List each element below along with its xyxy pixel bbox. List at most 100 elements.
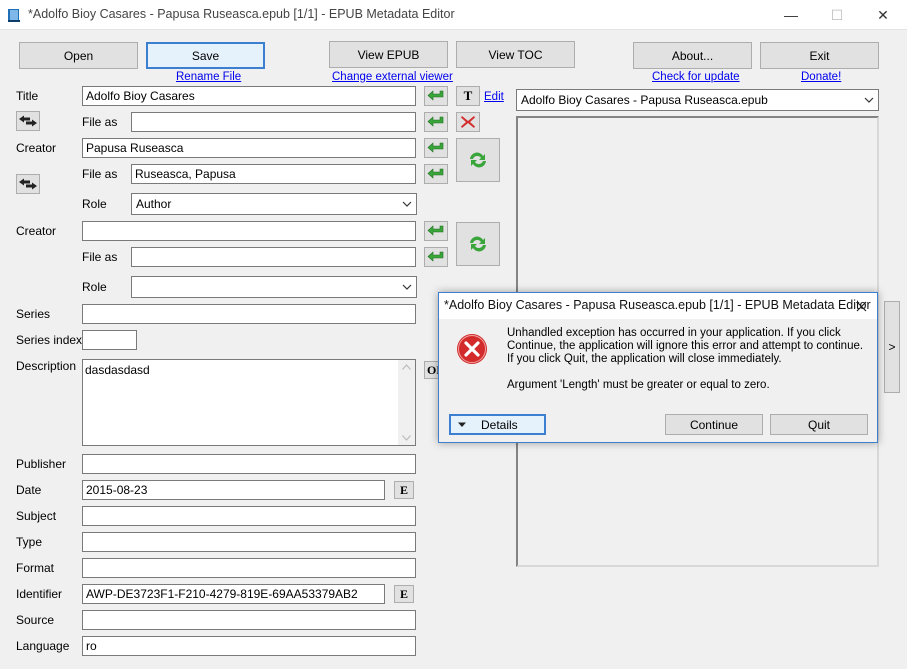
title-file-as-label: File as	[82, 115, 118, 129]
close-button[interactable]: ✕	[860, 0, 906, 30]
red-x-icon	[461, 116, 475, 128]
copy-title-file-as-button[interactable]	[424, 112, 448, 132]
chevron-down-icon	[402, 201, 412, 207]
donate-link[interactable]: Donate!	[801, 71, 841, 83]
edit-link[interactable]: Edit	[484, 91, 504, 103]
close-icon	[856, 301, 866, 311]
language-label: Language	[16, 639, 70, 653]
language-field[interactable]: ro	[82, 636, 416, 656]
refresh-creator1-button[interactable]	[456, 138, 500, 182]
creator1-field[interactable]: Papusa Ruseasca	[82, 138, 416, 158]
source-label: Source	[16, 613, 55, 627]
format-field[interactable]	[82, 558, 416, 578]
description-scrollbar[interactable]	[398, 360, 415, 445]
creator1-file-as-label: File as	[82, 167, 118, 181]
creator2-role-select[interactable]	[131, 276, 417, 298]
open-button[interactable]: Open	[19, 42, 138, 69]
close-icon: ✕	[877, 6, 889, 23]
green-arrow-left-icon	[427, 225, 444, 236]
maximize-button[interactable]: ☐	[814, 0, 860, 30]
details-button[interactable]: Details	[449, 414, 546, 435]
type-label: Type	[16, 535, 43, 549]
description-text: dasdasdasd	[85, 363, 150, 377]
view-epub-button[interactable]: View EPUB	[329, 41, 448, 68]
creator1-role-select[interactable]: Author	[131, 193, 417, 215]
chevron-down-icon	[402, 284, 412, 290]
refresh-creator2-button[interactable]	[456, 222, 500, 266]
delete-button[interactable]	[456, 112, 480, 132]
quit-button[interactable]: Quit	[770, 414, 868, 435]
swap-title-button[interactable]	[16, 111, 40, 131]
creator2-label: Creator	[16, 224, 57, 238]
creator1-role-value: Author	[136, 197, 172, 211]
creator2-file-as-field[interactable]	[131, 247, 416, 267]
continue-button[interactable]: Continue	[665, 414, 763, 435]
next-file-button[interactable]: >	[884, 301, 900, 393]
minimize-icon: —	[784, 7, 798, 23]
window-title: *Adolfo Bioy Casares - Papusa Ruseasca.e…	[28, 7, 455, 21]
creator2-field[interactable]	[82, 221, 416, 241]
title-file-as-field[interactable]	[131, 112, 416, 132]
identifier-field[interactable]: AWP-DE3723F1-F210-4279-819E-69AA53379AB2	[82, 584, 385, 604]
green-arrow-left-icon	[427, 168, 444, 179]
details-label: Details	[481, 417, 518, 432]
series-label: Series	[16, 307, 51, 321]
series-index-label: Series index	[16, 333, 83, 347]
identifier-edit-button[interactable]: E	[394, 585, 414, 603]
description-textarea[interactable]: dasdasdasd	[82, 359, 416, 446]
scroll-up-icon[interactable]	[402, 364, 411, 370]
book-icon	[8, 9, 20, 22]
green-arrow-left-icon	[427, 142, 444, 153]
source-field[interactable]	[82, 610, 416, 630]
publisher-label: Publisher	[16, 457, 67, 471]
check-update-link[interactable]: Check for update	[652, 71, 740, 83]
publisher-field[interactable]	[82, 454, 416, 474]
rename-file-link[interactable]: Rename File	[176, 71, 241, 83]
title-bar: *Adolfo Bioy Casares - Papusa Ruseasca.e…	[0, 0, 907, 30]
minimize-button[interactable]: —	[768, 0, 814, 30]
date-label: Date	[16, 483, 42, 497]
title-case-button[interactable]: T	[456, 86, 480, 106]
swap-creator-button[interactable]	[16, 174, 40, 194]
type-field[interactable]	[82, 532, 416, 552]
dialog-close-button[interactable]	[851, 296, 871, 316]
maximize-icon: ☐	[830, 6, 844, 23]
dialog-title: *Adolfo Bioy Casares - Papusa Ruseasca.e…	[444, 298, 871, 312]
copy-creator1-file-as-button[interactable]	[424, 164, 448, 184]
chevron-down-icon	[864, 97, 874, 103]
series-index-field[interactable]	[82, 330, 137, 350]
view-toc-button[interactable]: View TOC	[456, 41, 575, 68]
creator1-file-as-field[interactable]: Ruseasca, Papusa	[131, 164, 416, 184]
creator1-label: Creator	[16, 141, 57, 155]
save-button[interactable]: Save	[146, 42, 265, 69]
description-label: Description	[16, 359, 77, 373]
series-field[interactable]	[82, 304, 416, 324]
copy-creator1-button[interactable]	[424, 138, 448, 158]
dialog-message: Unhandled exception has occurred in your…	[507, 327, 864, 365]
copy-title-button[interactable]	[424, 86, 448, 106]
error-icon	[457, 334, 487, 364]
about-button[interactable]: About...	[633, 42, 752, 69]
title-field[interactable]: Adolfo Bioy Casares	[82, 86, 416, 106]
subject-field[interactable]	[82, 506, 416, 526]
date-edit-button[interactable]: E	[394, 481, 414, 499]
copy-creator2-file-as-button[interactable]	[424, 247, 448, 267]
green-arrow-left-icon	[427, 90, 444, 101]
dialog-title-bar: *Adolfo Bioy Casares - Papusa Ruseasca.e…	[439, 293, 877, 319]
triangle-down-icon	[458, 422, 466, 427]
green-arrow-left-icon	[427, 116, 444, 127]
copy-creator2-button[interactable]	[424, 221, 448, 241]
epub-file-select[interactable]: Adolfo Bioy Casares - Papusa Ruseasca.ep…	[516, 89, 879, 111]
creator2-file-as-label: File as	[82, 250, 118, 264]
exit-button[interactable]: Exit	[760, 42, 879, 69]
green-refresh-icon	[470, 152, 486, 168]
identifier-label: Identifier	[16, 587, 63, 601]
swap-arrows-icon	[19, 178, 37, 190]
change-viewer-link[interactable]: Change external viewer	[332, 71, 453, 83]
scroll-down-icon[interactable]	[402, 435, 411, 441]
date-field[interactable]: 2015-08-23	[82, 480, 385, 500]
subject-label: Subject	[16, 509, 57, 523]
green-arrow-left-icon	[427, 251, 444, 262]
creator1-role-label: Role	[82, 197, 107, 211]
swap-arrows-icon	[19, 115, 37, 127]
